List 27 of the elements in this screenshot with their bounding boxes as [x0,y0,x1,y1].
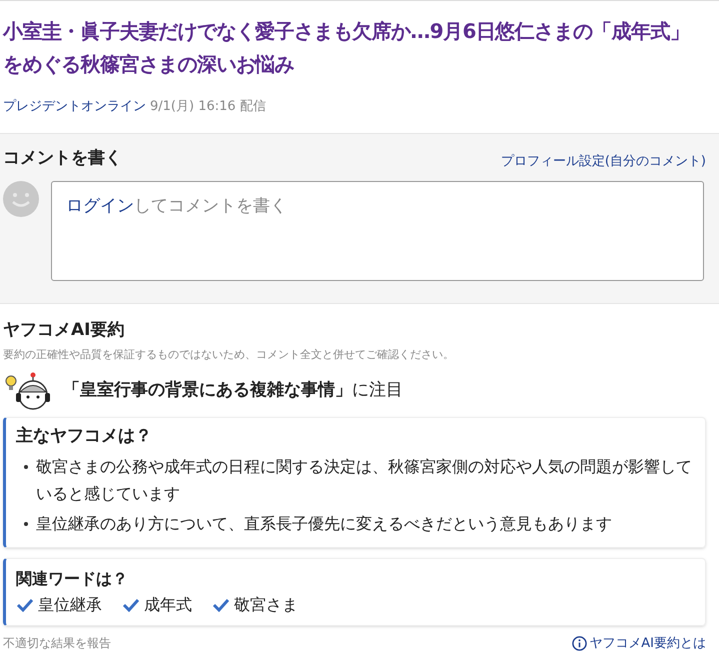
profile-settings-link[interactable]: プロフィール設定(自分のコメント) [500,152,706,171]
section-heading: ヤフコメAI要約 [3,319,126,342]
about-link[interactable]: ヤフコメAI要約とは [572,634,706,653]
article-title: 小室圭・眞子夫妻だけでなく愛子さまも欠席か…9月6日悠仁さまの「成年式」をめぐる秋篠宮さまの深いお悩み [3,18,690,78]
check-icon [16,598,34,612]
comment-prompt: ログイン してコメントを書く [66,195,288,218]
bullet-icon [24,522,28,526]
publish-date: 9/1(月) 16:16 配信 [150,98,266,116]
info-icon [572,636,588,651]
section-heading: コメントを書く [3,146,122,170]
card-heading: 主なヤフコメは？ [16,425,153,448]
card-heading: 関連ワードは？ [16,568,129,590]
report-link[interactable]: 不適切な結果を報告 [3,634,111,652]
keyword: 皇位継承 [38,594,102,616]
keyword: 成年式 [144,594,192,616]
focus-topic: 「皇室行事の背景にある複雑な事情」に注目 [63,379,403,402]
keyword: 敬宮さま [234,594,298,616]
avatar-icon [3,181,39,217]
check-icon [212,598,230,612]
check-icon [122,598,140,612]
login-link[interactable]: ログイン [66,196,134,216]
bullet-icon [24,464,28,468]
disclaimer-text: 要約の正確性や品質を保証するものではないため、コメント全文と併せてご確認ください。 [3,346,455,362]
source-link[interactable]: プレジデントオンライン [3,97,146,116]
summary-point: 敬宮さまの公務や成年式の日程に関する決定は、秋篠宮家側の対応や人気の問題が影響していると感じています [36,456,693,504]
comment-input-field[interactable]: ログイン してコメントを書く [51,181,704,281]
summary-point: 皇位継承のあり方について、直系長子優先に変えるべきだという意見もあります [36,512,612,534]
